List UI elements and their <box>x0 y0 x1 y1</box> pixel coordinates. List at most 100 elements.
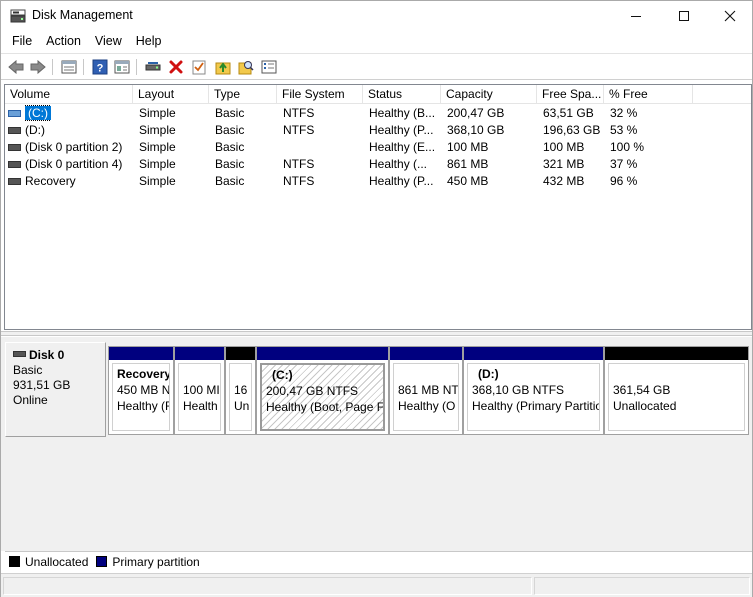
partition-unallocated-large[interactable]: 361,54 GB Unallocated <box>604 346 749 435</box>
column-header-volume[interactable]: Volume <box>5 85 133 104</box>
partition-status: Health <box>183 399 218 413</box>
disk-info-panel[interactable]: Disk 0 Basic 931,51 GB Online <box>5 342 106 437</box>
partition-legend: Unallocated Primary partition <box>5 551 752 571</box>
volume-name: (C:) <box>25 105 51 121</box>
menu-action[interactable]: Action <box>39 31 88 53</box>
volume-capacity: 200,47 GB <box>447 106 505 120</box>
volume-layout: Simple <box>139 123 176 137</box>
properties-button[interactable] <box>112 58 132 76</box>
volume-capacity: 450 MB <box>447 174 489 188</box>
volume-list[interactable]: Volume Layout Type File System Status Ca… <box>4 84 752 330</box>
primary-partition-bar <box>109 347 173 360</box>
column-header-layout[interactable]: Layout <box>133 85 209 104</box>
unallocated-bar <box>226 347 255 360</box>
volume-row[interactable]: (Disk 0 partition 2) Simple Basic Health… <box>5 139 751 156</box>
minimize-button[interactable] <box>613 1 659 31</box>
up-folder-button[interactable] <box>213 58 233 76</box>
properties-icon <box>114 60 130 74</box>
volume-list-header: Volume Layout Type File System Status Ca… <box>5 85 751 104</box>
partition-name: (C:) <box>272 368 293 382</box>
column-header-type[interactable]: Type <box>209 85 277 104</box>
close-icon <box>724 10 736 22</box>
volume-row[interactable]: (Disk 0 partition 4) Simple Basic NTFS H… <box>5 156 751 173</box>
connect-drive-button[interactable] <box>143 58 163 76</box>
drive-icon <box>8 178 21 185</box>
partition-d[interactable]: (D:) 368,10 GB NTFS Healthy (Primary Par… <box>463 346 604 435</box>
partition-body: 100 MI Health <box>178 363 221 431</box>
connect-drive-icon <box>145 62 161 71</box>
volume-capacity: 100 MB <box>447 140 489 154</box>
pane-splitter[interactable] <box>1 331 752 336</box>
legend-label: Unallocated <box>25 554 89 569</box>
delete-button[interactable] <box>166 58 186 76</box>
partition-size: 200,47 GB NTFS <box>266 384 359 398</box>
legend-item-unallocated: Unallocated <box>9 555 88 569</box>
partition-unallocated-small[interactable]: 16 Un <box>225 346 256 435</box>
disk-management-window: Disk Management File Action View Help ? <box>0 0 753 597</box>
primary-partition-bar <box>175 347 224 360</box>
back-button[interactable] <box>6 58 26 76</box>
volume-name: (Disk 0 partition 4) <box>25 157 123 171</box>
partition-status: Healthy (F <box>117 399 170 413</box>
disk-graphical-view: Disk 0 Basic 931,51 GB Online Recovery 4… <box>1 337 752 551</box>
volume-status: Healthy (... <box>369 157 428 171</box>
title-bar: Disk Management <box>1 1 752 31</box>
svg-text:?: ? <box>97 63 104 75</box>
disk-list-icon <box>61 60 77 74</box>
partition-body-selected: (C:) 200,47 GB NTFS Healthy (Boot, Page … <box>260 363 385 431</box>
partition-size: 361,54 GB <box>613 383 671 397</box>
volume-row[interactable]: (D:) Simple Basic NTFS Healthy (P... 368… <box>5 122 751 139</box>
legend-label: Primary partition <box>112 554 200 569</box>
volume-status: Healthy (E... <box>369 140 436 154</box>
close-button[interactable] <box>707 1 753 31</box>
partition-size: 16 <box>234 383 248 397</box>
menu-help[interactable]: Help <box>129 31 169 53</box>
volume-status: Healthy (B... <box>369 106 436 120</box>
maximize-button[interactable] <box>661 1 707 31</box>
partition-body: Recovery 450 MB N Healthy (F <box>112 363 170 431</box>
partition-name: Recovery <box>117 367 170 381</box>
forward-button[interactable] <box>28 58 48 76</box>
volume-file-system: NTFS <box>283 157 315 171</box>
volume-free-space: 432 MB <box>543 174 585 188</box>
partition-recovery[interactable]: Recovery 450 MB N Healthy (F <box>108 346 174 435</box>
partition-size: 100 MI <box>183 383 220 397</box>
toolbar-separator <box>136 59 137 75</box>
partition-status: Healthy (Boot, Page Fi <box>266 400 385 414</box>
volume-capacity: 861 MB <box>447 157 489 171</box>
settings-list-button[interactable] <box>259 58 279 76</box>
menu-file[interactable]: File <box>5 31 39 53</box>
column-header-percent-free[interactable]: % Free <box>604 85 693 104</box>
volume-percent-free: 32 % <box>610 106 638 120</box>
volume-layout: Simple <box>139 140 176 154</box>
partition-status: Healthy (Primary Partitio <box>472 399 600 413</box>
menu-view[interactable]: View <box>88 31 129 53</box>
column-header-free-space[interactable]: Free Spa... <box>537 85 604 104</box>
partition-body: (D:) 368,10 GB NTFS Healthy (Primary Par… <box>467 363 600 431</box>
volume-row[interactable]: Recovery Simple Basic NTFS Healthy (P...… <box>5 173 751 190</box>
partition-efi[interactable]: 100 MI Health <box>174 346 225 435</box>
partition-status: Un <box>234 399 250 413</box>
check-button[interactable] <box>189 58 209 76</box>
volume-layout: Simple <box>139 157 176 171</box>
help-icon: ? <box>92 59 108 75</box>
partition-c[interactable]: (C:) 200,47 GB NTFS Healthy (Boot, Page … <box>256 346 389 435</box>
legend-swatch-unallocated <box>9 556 20 567</box>
disk-management-app-icon <box>10 9 26 23</box>
volume-free-space: 196,63 GB <box>543 123 601 137</box>
volume-row[interactable]: (C:) Simple Basic NTFS Healthy (B... 200… <box>5 105 751 122</box>
up-folder-icon <box>215 62 231 75</box>
volume-name: (D:) <box>25 123 45 137</box>
volume-layout: Simple <box>139 174 176 188</box>
help-button[interactable]: ? <box>90 58 110 76</box>
toolbar-separator <box>52 59 53 75</box>
partition-size: 368,10 GB NTFS <box>472 383 565 397</box>
volume-file-system: NTFS <box>283 106 315 120</box>
column-header-capacity[interactable]: Capacity <box>441 85 537 104</box>
column-header-status[interactable]: Status <box>363 85 441 104</box>
search-folder-button[interactable] <box>236 58 256 76</box>
partition-recovery-861[interactable]: 861 MB NT Healthy (O <box>389 346 463 435</box>
column-header-file-system[interactable]: File System <box>277 85 363 104</box>
disk-list-button[interactable] <box>59 58 79 76</box>
delete-icon <box>169 60 183 74</box>
